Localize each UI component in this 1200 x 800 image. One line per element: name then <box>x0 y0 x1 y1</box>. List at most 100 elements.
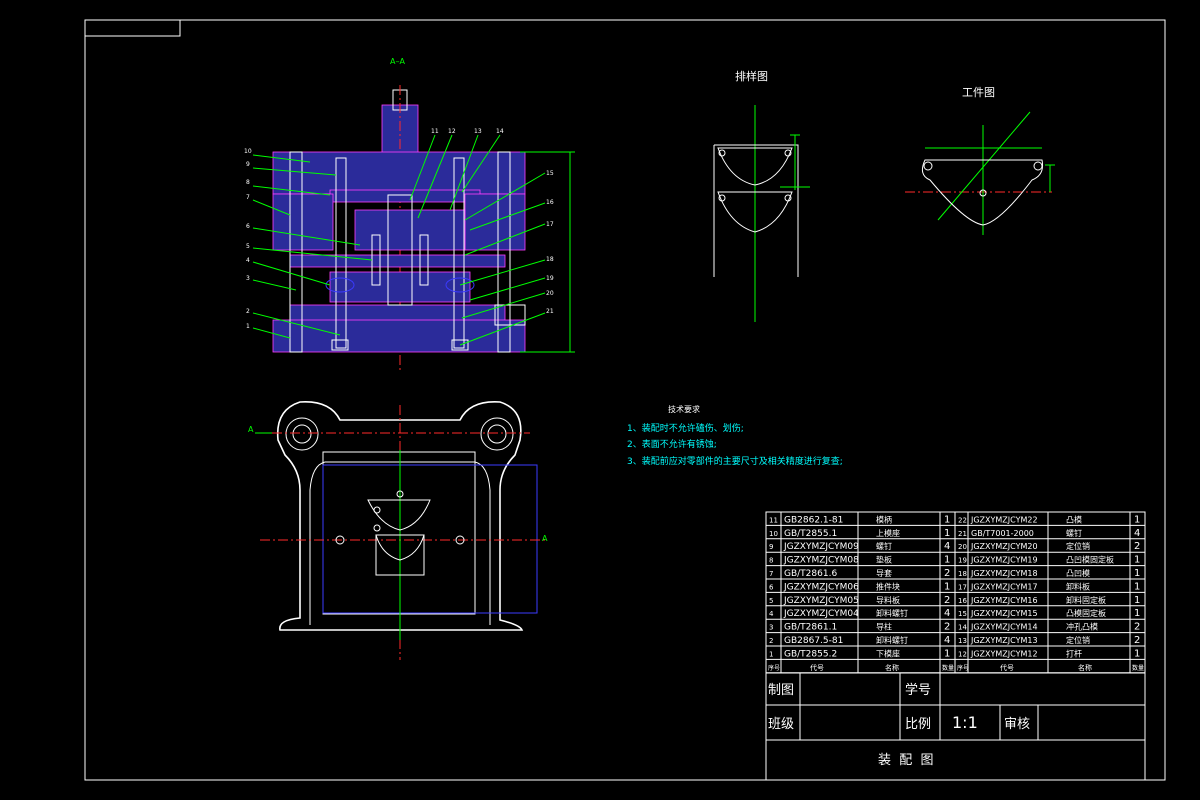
callout-label: 15 <box>546 170 554 177</box>
bom-item-no: 18 <box>958 570 967 578</box>
bom-item-no: 5 <box>769 597 773 605</box>
bom-item-name: 导料板 <box>876 595 900 605</box>
bom-item-qty: 1 <box>1134 514 1140 525</box>
scale-label: 比例 <box>905 717 931 732</box>
callout-label: 5 <box>246 243 250 250</box>
title-block: 制图 学号 班级 比例 1:1 审核 装 配 图 <box>765 672 1146 781</box>
callout-label: 1 <box>246 323 250 330</box>
bom-item-qty: 4 <box>1134 528 1140 539</box>
bom-item-code: JGZXYMZJCYM18 <box>970 569 1038 578</box>
cut-mark-left: A <box>248 425 254 434</box>
bom-item-qty: 2 <box>944 622 950 633</box>
bom-item-qty: 1 <box>1134 595 1140 606</box>
bom-item-no: 21 <box>958 530 967 538</box>
bom-item-name: 垫板 <box>876 555 892 565</box>
bom-table: 11 GB2862.1-81 模柄 1 22 JGZXYMZJCYM22 凸模 110 GB/T… <box>765 511 1146 674</box>
bom-item-name: 螺钉 <box>876 541 892 551</box>
bom-item-no: 15 <box>958 610 967 618</box>
bom-header-code: 代号 <box>810 663 824 672</box>
callout-label: 12 <box>448 128 456 135</box>
callout-label: 18 <box>546 256 554 263</box>
bom-item-name: 冲孔凸模 <box>1066 622 1098 632</box>
bom-item-no: 2 <box>769 637 773 645</box>
callout-label: 3 <box>246 275 250 282</box>
layout-title: 排样图 <box>735 69 768 83</box>
bom-item-name: 打杆 <box>1066 648 1082 658</box>
bom-item-qty: 1 <box>944 581 950 592</box>
tech-item: 3、装配前应对零部件的主要尺寸及相关精度进行复查; <box>627 455 843 467</box>
callout-label: 19 <box>546 275 554 282</box>
bom-item-name: 推件块 <box>876 581 900 591</box>
bom-item-qty: 2 <box>944 595 950 606</box>
callout-label: 13 <box>474 128 482 135</box>
bom-item-qty: 1 <box>944 555 950 566</box>
bom-item-code: JGZXYMZJCYM16 <box>970 596 1038 605</box>
plan-view: A A <box>248 401 548 660</box>
bom-item-qty: 2 <box>1134 541 1140 552</box>
bom-item-qty: 2 <box>944 568 950 579</box>
bom-item-no: 9 <box>769 543 773 551</box>
bom-item-name: 卸料螺钉 <box>876 608 908 618</box>
bom-header-name: 名称 <box>885 663 899 672</box>
student-no-label: 学号 <box>905 682 931 698</box>
callout-label: 21 <box>546 308 554 315</box>
drawing-canvas: A–A 10 9 8 7 6 5 4 3 2 1 11 12 13 14 15 … <box>84 19 1166 781</box>
bom-item-code: GB/T7001-2000 <box>971 529 1034 538</box>
tech-item: 1、装配时不允许磕伤、划伤; <box>627 422 744 434</box>
bom-item-code: JGZXYMZJCYM04 <box>783 609 859 619</box>
bom-item-no: 16 <box>958 597 967 605</box>
scale-value: 1:1 <box>952 713 978 732</box>
callout-label: 20 <box>546 290 554 297</box>
part-title: 工件图 <box>962 86 995 99</box>
callout-label: 17 <box>546 221 554 228</box>
bom-item-code: GB/T2855.2 <box>784 649 837 659</box>
cut-mark-right: A <box>542 534 548 543</box>
bom-item-qty: 1 <box>1134 555 1140 566</box>
bom-item-name: 上模座 <box>876 528 900 538</box>
bom-item-no: 20 <box>958 543 967 551</box>
bom-item-code: JGZXYMZJCYM09 <box>783 542 859 552</box>
bom-header-code: 代号 <box>1000 663 1014 672</box>
bom-item-name: 凸模固定板 <box>1066 608 1106 618</box>
bom-item-name: 凸模 <box>1066 514 1082 524</box>
bom-item-qty: 1 <box>944 528 950 539</box>
bom-item-no: 11 <box>769 516 778 524</box>
callout-label: 6 <box>246 223 250 230</box>
bom-item-name: 导套 <box>876 568 892 578</box>
bom-item-qty: 1 <box>944 648 950 659</box>
bom-item-name: 凸凹模 <box>1066 568 1090 578</box>
bom-item-qty: 4 <box>944 608 950 619</box>
callout-label: 7 <box>246 194 250 201</box>
bom-item-name: 凸凹模固定板 <box>1066 555 1114 565</box>
frame-corner-box <box>84 19 181 37</box>
bom-header-name: 名称 <box>1078 663 1092 672</box>
bom-item-name: 卸料螺钉 <box>876 635 908 645</box>
bom-item-code: GB2862.1-81 <box>784 515 843 525</box>
bom-item-no: 1 <box>769 650 773 658</box>
bom-header-qty: 数量 <box>1132 664 1144 672</box>
bom-item-name: 卸料板 <box>1066 581 1090 591</box>
drawing-title: 装 配 图 <box>878 753 934 768</box>
callout-label: 10 <box>244 148 252 155</box>
callout-label: 2 <box>246 308 250 315</box>
bom-item-code: JGZXYMZJCYM12 <box>970 649 1038 658</box>
bom-item-code: JGZXYMZJCYM22 <box>970 515 1038 524</box>
callout-label: 14 <box>496 128 504 135</box>
bom-header-qty: 数量 <box>942 664 954 672</box>
bom-item-qty: 1 <box>1134 568 1140 579</box>
callout-label: 4 <box>246 257 250 264</box>
callouts-left: 10 9 8 7 6 5 4 3 2 1 <box>244 148 252 330</box>
bom-item-no: 7 <box>769 570 773 578</box>
section-label: A–A <box>390 57 405 66</box>
bom-item-code: JGZXYMZJCYM05 <box>783 596 859 606</box>
bom-item-no: 10 <box>769 530 778 538</box>
check-label: 审核 <box>1004 717 1030 732</box>
bom-item-name: 螺钉 <box>1066 528 1082 538</box>
bom-item-qty: 4 <box>944 635 950 646</box>
bom-item-no: 17 <box>958 583 967 591</box>
bom-item-qty: 2 <box>1134 622 1140 633</box>
callouts-right: 15 16 17 18 19 20 21 <box>546 170 554 315</box>
callouts-top: 11 12 13 14 <box>431 128 504 135</box>
bom-item-code: JGZXYMZJCYM19 <box>970 556 1038 565</box>
bom-item-code: GB/T2855.1 <box>784 529 837 539</box>
